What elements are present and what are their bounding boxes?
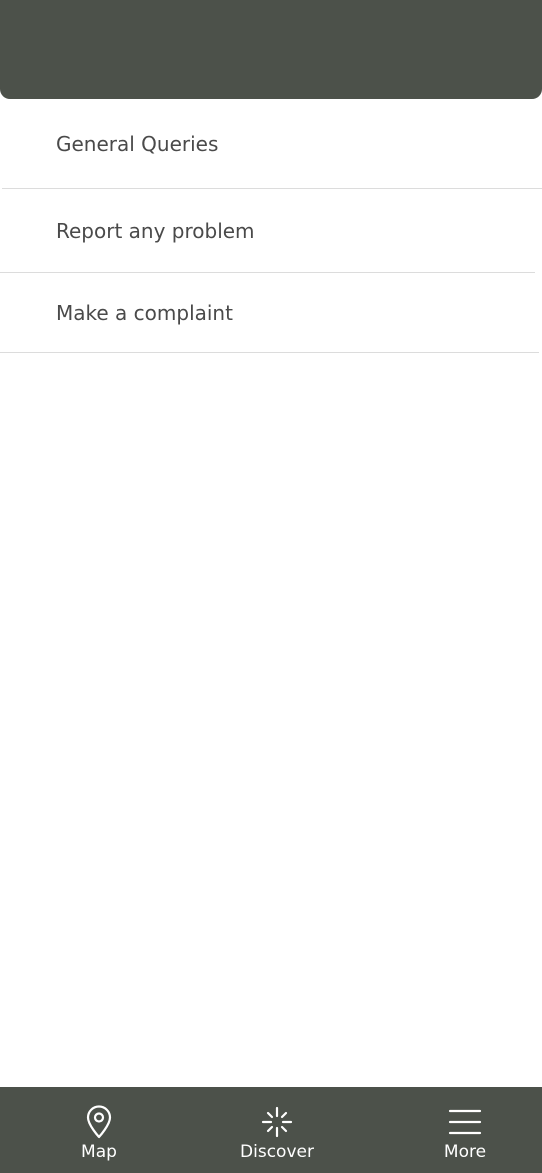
map-pin-icon [82, 1105, 116, 1139]
menu-item-label: Make a complaint [56, 301, 233, 325]
hamburger-menu-icon [448, 1105, 482, 1139]
nav-item-more[interactable]: More [430, 1087, 500, 1173]
page: General Queries Report any problem Make … [0, 0, 542, 1173]
nav-item-label: More [443, 1142, 487, 1162]
nav-item-label: Discover [240, 1142, 314, 1162]
menu-item-label: General Queries [56, 132, 219, 156]
header-bar [0, 0, 542, 99]
nav-item-label: Map [81, 1142, 117, 1162]
menu-item-make-complaint[interactable]: Make a complaint [0, 273, 542, 353]
sparkle-icon [260, 1105, 294, 1139]
divider [0, 352, 539, 353]
menu-item-report-problem[interactable]: Report any problem [0, 189, 542, 273]
nav-item-discover[interactable]: Discover [232, 1087, 322, 1173]
menu-item-general-queries[interactable]: General Queries [0, 99, 542, 189]
menu-item-label: Report any problem [56, 219, 255, 243]
nav-item-map[interactable]: Map [69, 1087, 129, 1173]
bottom-navigation-bar: Map Discover More [0, 1087, 542, 1173]
contact-options-list: General Queries Report any problem Make … [0, 99, 542, 353]
